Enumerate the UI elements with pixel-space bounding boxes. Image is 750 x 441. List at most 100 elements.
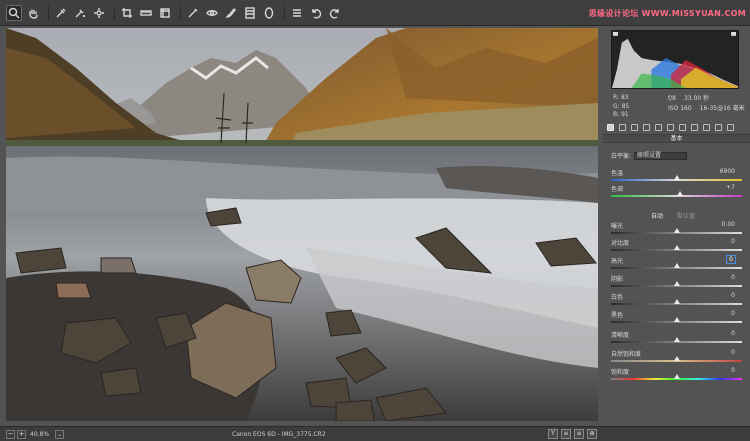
exif-info: f/8 33.00 秒 ISO 160 16-35@16 毫米: [668, 94, 745, 114]
split-toning-tab-icon[interactable]: [655, 124, 662, 131]
slider-knob[interactable]: [673, 356, 680, 361]
zoom-in-button[interactable]: +: [17, 430, 26, 439]
slider-knob[interactable]: [673, 245, 680, 250]
slider-label: 清晰度: [611, 332, 630, 339]
rgb-readout: R: 83 G: 85 B: 91: [613, 94, 629, 120]
straighten-icon[interactable]: [138, 5, 154, 21]
histogram: [611, 30, 739, 89]
iso: ISO 160: [668, 105, 692, 112]
slider-label: 对比度: [611, 240, 630, 247]
slider-label: 阴影: [611, 276, 624, 283]
slider-knob[interactable]: [673, 175, 680, 180]
slider-label: 色调: [611, 186, 624, 193]
slider-value[interactable]: 0: [726, 255, 736, 264]
slider-label: 黑色: [611, 312, 624, 319]
site-watermark: 思缘设计论坛 WWW.MISSYUAN.COM: [588, 9, 746, 18]
preferences-icon[interactable]: [289, 5, 305, 21]
auto-default-row: 自动 默认值: [651, 211, 695, 220]
red-eye-icon[interactable]: [204, 5, 220, 21]
toolbar-divider: [284, 5, 285, 20]
presets-tab-icon[interactable]: [715, 124, 722, 131]
slider-label: 饱和度: [611, 369, 630, 376]
status-bar: − + 40.8% ⌄ Canon EOS 6D - IMG_3775.CR2 …: [0, 426, 750, 441]
transform-icon[interactable]: [157, 5, 173, 21]
r-label: R:: [613, 94, 620, 101]
camera-calibration-tab-icon[interactable]: [703, 124, 710, 131]
targeted-adjust-icon[interactable]: [91, 5, 107, 21]
spot-removal-icon[interactable]: [185, 5, 201, 21]
toolbar: 思缘设计论坛 WWW.MISSYUAN.COM: [0, 0, 750, 26]
slider-value[interactable]: 0: [731, 330, 735, 337]
auto-button[interactable]: 自动: [651, 211, 663, 220]
zoom-dropdown[interactable]: ⌄: [55, 430, 64, 439]
b-value: 91: [621, 111, 629, 118]
slider-label: 曝光: [611, 223, 624, 230]
aperture: f/8: [668, 95, 676, 102]
slider-knob[interactable]: [673, 228, 680, 233]
before-after-y-button[interactable]: Y: [548, 429, 558, 439]
slider-knob[interactable]: [673, 281, 680, 286]
effects-tab-icon[interactable]: [679, 124, 686, 131]
radial-filter-icon[interactable]: [261, 5, 277, 21]
color-sampler-icon[interactable]: [72, 5, 88, 21]
zoom-level: 40.8%: [30, 431, 50, 438]
slider-value[interactable]: 6900: [720, 168, 735, 175]
slider-label: 高光: [611, 258, 624, 265]
slider-knob[interactable]: [673, 374, 680, 379]
file-info: Canon EOS 6D - IMG_3775.CR2: [232, 431, 326, 438]
white-balance-row: 白平衡: 原照设置: [611, 151, 688, 160]
b-label: B:: [613, 111, 620, 118]
crop-icon[interactable]: [119, 5, 135, 21]
slider-value[interactable]: 0: [731, 349, 735, 356]
hand-icon[interactable]: [25, 5, 41, 21]
shutter: 33.00 秒: [683, 95, 710, 102]
r-value: 83: [620, 94, 629, 101]
camera-raw-window: 思缘设计论坛 WWW.MISSYUAN.COM R: 83 G: 85 B: 9…: [0, 0, 750, 441]
graduated-filter-icon[interactable]: [242, 5, 258, 21]
slider-label: 自然饱和度: [611, 351, 642, 358]
slider-value[interactable]: 0: [731, 310, 735, 317]
fx-tab-icon[interactable]: [691, 124, 698, 131]
hsl-tab-icon[interactable]: [643, 124, 650, 131]
slider-knob[interactable]: [673, 337, 680, 342]
g-label: G:: [613, 102, 620, 110]
slider-value[interactable]: 0: [731, 292, 735, 299]
slider-value[interactable]: 0.00: [722, 221, 735, 228]
slider-knob[interactable]: [677, 191, 684, 196]
toggle-default-button[interactable]: ⊕: [587, 429, 597, 439]
slider-knob[interactable]: [673, 263, 680, 268]
slider-label: 白色: [611, 294, 624, 301]
snapshots-tab-icon[interactable]: [727, 124, 734, 131]
slider-value[interactable]: 0: [731, 367, 735, 374]
landscape-photo: [6, 28, 598, 421]
zoom-out-button[interactable]: −: [6, 430, 15, 439]
toolbar-divider: [48, 5, 49, 20]
zoom-icon[interactable]: [6, 4, 22, 21]
wb-label: 白平衡:: [611, 153, 632, 160]
rotate-ccw-icon[interactable]: [308, 5, 324, 21]
copy-settings-button[interactable]: ≡: [574, 429, 584, 439]
slider-value[interactable]: 0: [731, 274, 735, 281]
section-title: 基本: [603, 134, 750, 143]
adjustments-panel: R: 83 G: 85 B: 91 f/8 33.00 秒 ISO 160 16-3…: [603, 28, 750, 426]
default-button[interactable]: 默认值: [677, 211, 695, 220]
rotate-cw-icon[interactable]: [327, 5, 343, 21]
lens-tab-icon[interactable]: [667, 124, 674, 131]
toolbar-divider: [180, 5, 181, 20]
tone-curve-tab-icon[interactable]: [619, 124, 626, 131]
adjustment-brush-icon[interactable]: [223, 5, 239, 21]
detail-tab-icon[interactable]: [631, 124, 638, 131]
panel-tabs: [607, 124, 734, 131]
image-preview[interactable]: [6, 28, 598, 421]
slider-value[interactable]: 0: [731, 238, 735, 245]
slider-label: 色温: [611, 170, 624, 177]
basic-tab-icon[interactable]: [607, 124, 614, 131]
white-balance-icon[interactable]: [53, 5, 69, 21]
white-balance-select[interactable]: 原照设置: [634, 151, 688, 160]
lens: 16-35@16 毫米: [699, 105, 745, 112]
toolbar-divider: [114, 5, 115, 20]
slider-value[interactable]: +7: [726, 184, 735, 191]
slider-knob[interactable]: [673, 317, 680, 322]
slider-knob[interactable]: [673, 299, 680, 304]
swap-settings-button[interactable]: ≡: [561, 429, 571, 439]
